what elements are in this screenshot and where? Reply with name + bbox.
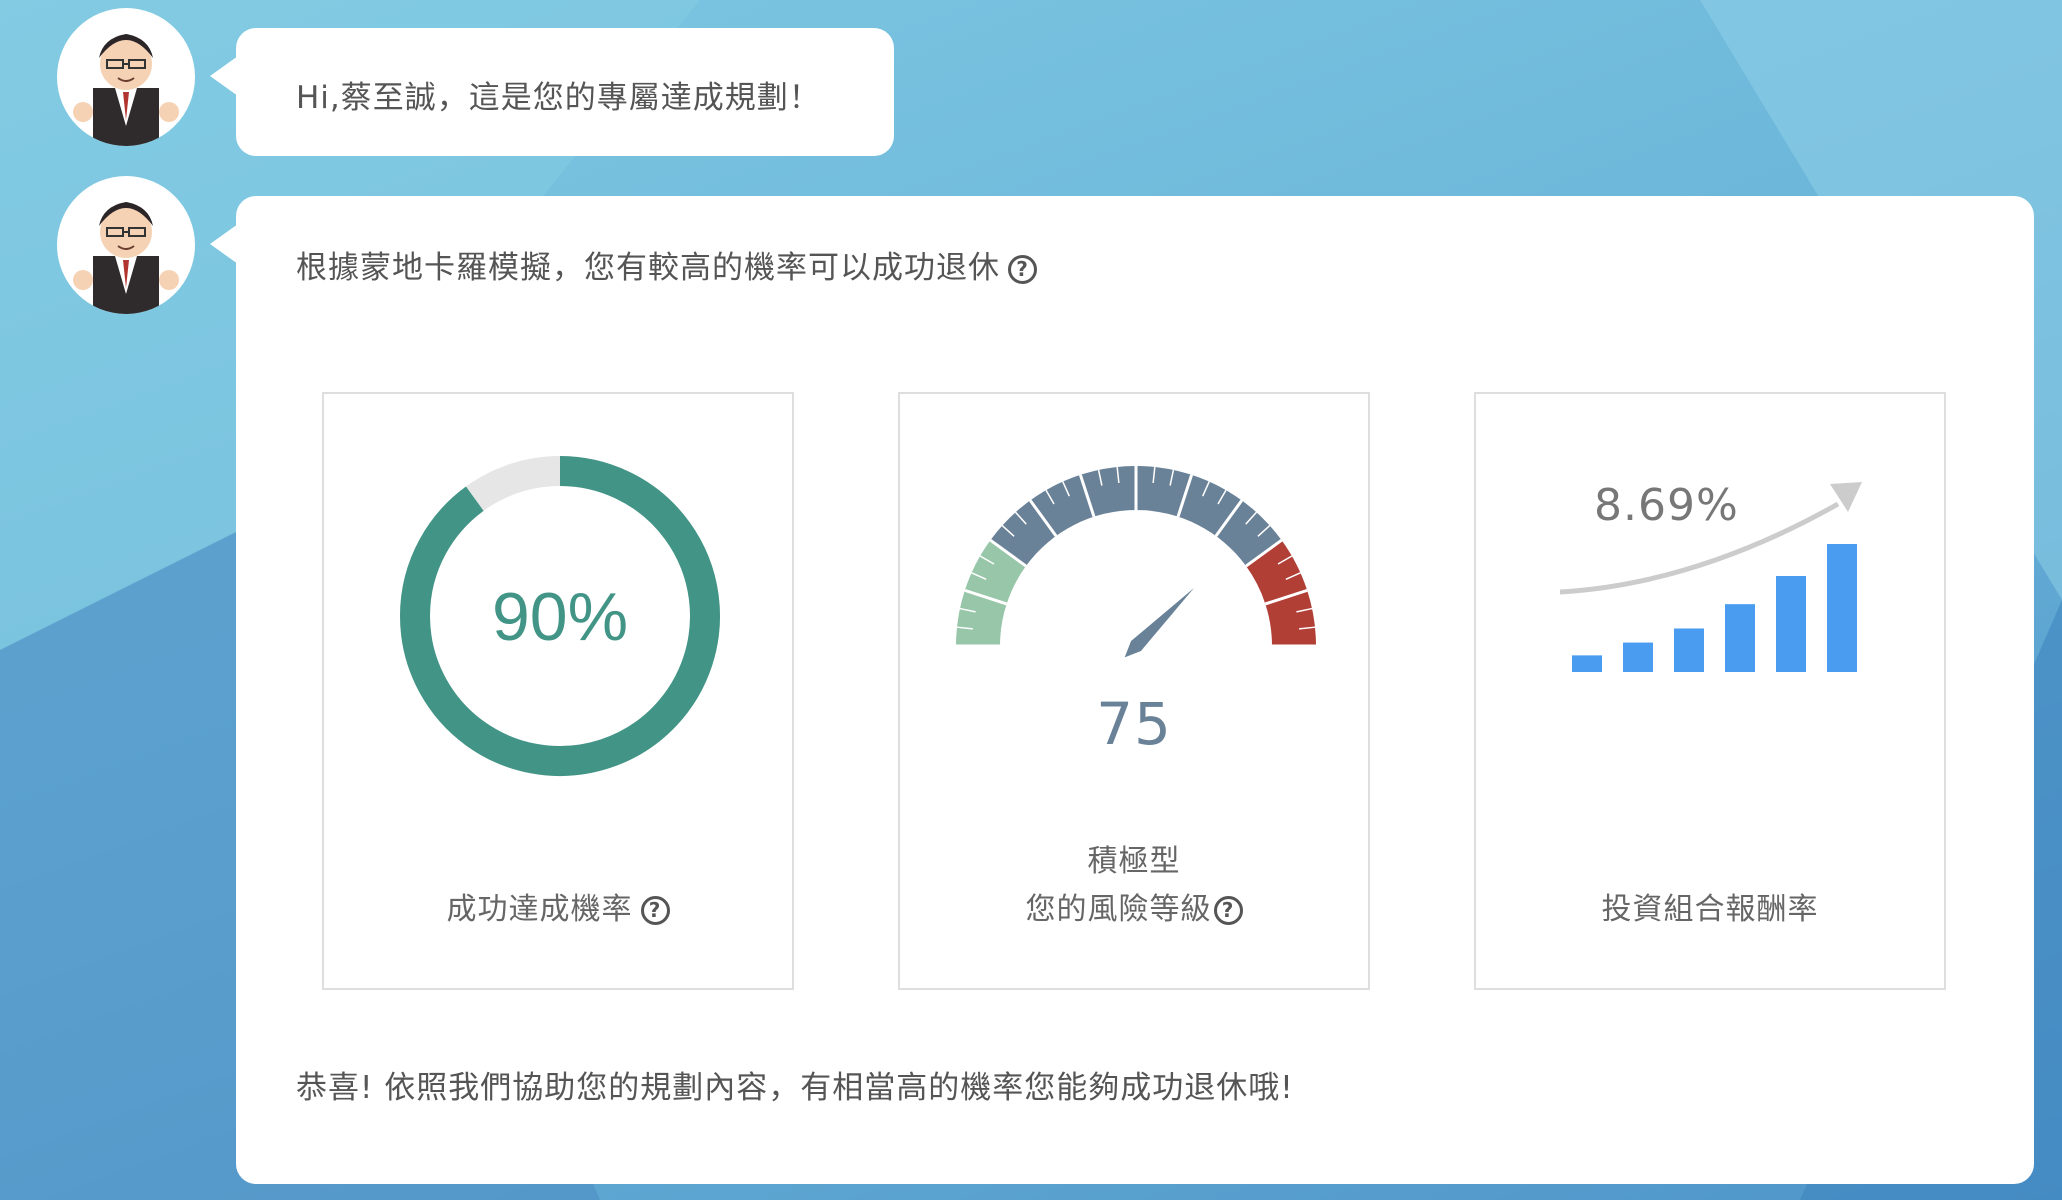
risk-level-card: 75 積極型 您的風險等級? — [898, 392, 1370, 990]
advisor-avatar — [57, 176, 195, 314]
trend-bar — [1776, 576, 1806, 672]
trend-arrow-icon — [1559, 482, 1862, 672]
question-circle-icon[interactable]: ? — [1213, 896, 1243, 925]
trend-bar — [1623, 642, 1653, 672]
greeting-text: Hi,蔡至誠，這是您的專屬達成規劃！ — [296, 80, 821, 116]
advisor-avatar — [57, 8, 195, 146]
question-circle-icon[interactable]: ? — [640, 896, 670, 925]
success-label-line: 成功達成機率? — [324, 884, 792, 928]
success-label: 成功達成機率 — [446, 892, 633, 927]
trend-bar — [1725, 604, 1755, 672]
speedometer-icon — [956, 466, 1316, 658]
portfolio-return-card: 8.69% 投資組合報酬率 — [1474, 392, 1946, 990]
return-label: 投資組合報酬率 — [1601, 892, 1819, 927]
trend-bar — [1827, 544, 1857, 672]
question-circle-icon[interactable]: ? — [1008, 255, 1037, 284]
risk-label-line: 您的風險等級? — [900, 884, 1368, 928]
success-value: 90% — [492, 579, 628, 655]
risk-type: 積極型 — [1087, 844, 1181, 879]
trend-bar — [1572, 655, 1602, 672]
risk-score: 75 — [1096, 690, 1172, 758]
intro-line: 根據蒙地卡羅模擬，您有較高的機率可以成功退休? — [296, 242, 1037, 287]
risk-label: 您的風險等級 — [1025, 892, 1212, 927]
success-probability-card: 90% 成功達成機率? — [322, 392, 794, 990]
result-bubble: 根據蒙地卡羅模擬，您有較高的機率可以成功退休? 90% 成功達成機率? 75 積… — [210, 196, 2034, 1184]
greeting-bubble: Hi,蔡至誠，這是您的專屬達成規劃！ — [210, 28, 894, 156]
gauge-needle — [1124, 588, 1194, 658]
trend-bar — [1674, 628, 1704, 672]
intro-text: 根據蒙地卡羅模擬，您有較高的機率可以成功退休 — [296, 250, 1000, 286]
outro-text: 恭喜! 依照我們協助您的規劃內容，有相當高的機率您能夠成功退休哦! — [296, 1070, 1294, 1106]
success-donut-chart: 90% — [400, 456, 720, 776]
